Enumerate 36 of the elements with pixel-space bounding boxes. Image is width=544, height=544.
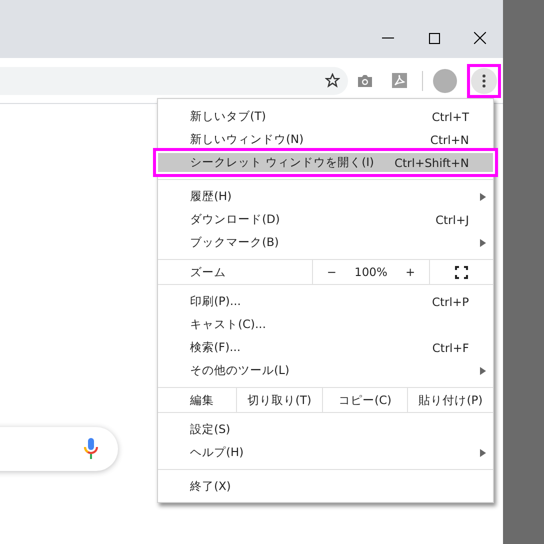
- menu-item[interactable]: 新しいタブ(T) Ctrl+T: [158, 105, 493, 128]
- menu-item[interactable]: キャスト(C)...: [158, 313, 493, 336]
- zoom-label: ズーム: [189, 264, 227, 280]
- zoom-in-button[interactable]: +: [395, 265, 426, 279]
- pdf-icon[interactable]: [392, 73, 406, 88]
- close-icon[interactable]: [474, 32, 486, 44]
- zoom-level: 100%: [354, 265, 388, 279]
- menu-item[interactable]: シークレット ウィンドウを開く(I) Ctrl+Shift+N: [153, 148, 498, 177]
- fullscreen-icon[interactable]: [455, 266, 468, 278]
- shortcut-text: Ctrl+T: [432, 110, 469, 124]
- shortcut-text: Ctrl+F: [432, 340, 469, 354]
- shortcut-text: Ctrl+Shift+N: [394, 156, 469, 170]
- shortcut-text: Ctrl+N: [430, 132, 469, 146]
- menu-item[interactable]: 終了(X): [158, 475, 493, 498]
- maximize-icon[interactable]: [428, 32, 440, 44]
- menu-item[interactable]: ブックマーク(B): [158, 231, 493, 254]
- menu-button[interactable]: [467, 64, 501, 98]
- menu-item[interactable]: 新しいウィンドウ(N) Ctrl+N: [158, 128, 493, 151]
- menu-item[interactable]: 印刷(P)... Ctrl+P: [158, 290, 493, 313]
- avatar-icon[interactable]: [433, 68, 457, 92]
- camera-icon[interactable]: [357, 74, 373, 87]
- menu-item[interactable]: 検索(F)... Ctrl+F: [158, 336, 493, 359]
- menu-item[interactable]: ヘルプ(H): [158, 441, 493, 464]
- menu-item[interactable]: その他のツール(L): [158, 359, 493, 382]
- edit-label: 編集: [189, 392, 215, 408]
- search-field[interactable]: [0, 427, 118, 471]
- menu-item[interactable]: 履歴(H): [158, 185, 493, 208]
- more-vertical-icon: [482, 74, 486, 88]
- shortcut-text: Ctrl+J: [436, 212, 469, 226]
- zoom-out-button[interactable]: −: [316, 265, 347, 279]
- menu-item[interactable]: ダウンロード(D) Ctrl+J: [158, 208, 493, 231]
- microphone-icon[interactable]: [84, 438, 98, 460]
- star-icon[interactable]: [325, 73, 340, 88]
- shortcut-text: Ctrl+P: [432, 294, 469, 308]
- menu-item[interactable]: 設定(S): [158, 418, 493, 441]
- minimize-icon[interactable]: [382, 37, 394, 39]
